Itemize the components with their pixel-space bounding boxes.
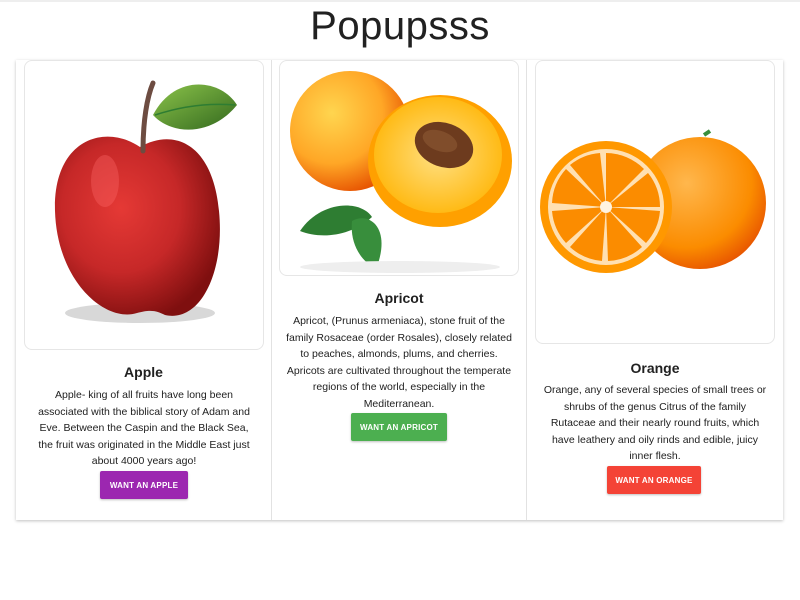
page-title: Popupsss bbox=[310, 4, 490, 48]
orange-image bbox=[535, 60, 775, 344]
card-apple: Apple Apple- king of all fruits have lon… bbox=[16, 60, 272, 520]
card-title: Apricot bbox=[374, 290, 424, 306]
want-orange-button[interactable]: WANT AN ORANGE bbox=[607, 466, 701, 494]
card-text: Apricot, (Prunus armeniaca), stone fruit… bbox=[286, 315, 512, 410]
want-apple-button[interactable]: WANT AN APPLE bbox=[100, 471, 188, 499]
apple-image bbox=[24, 60, 264, 350]
card-orange: Orange Orange, any of several species of… bbox=[527, 60, 783, 520]
card-apricot: Apricot Apricot, (Prunus armeniaca), sto… bbox=[272, 60, 527, 520]
apricot-image bbox=[279, 60, 519, 276]
card-text: Apple- king of all fruits have long been… bbox=[38, 389, 250, 467]
want-apricot-button[interactable]: WANT AN APRICOT bbox=[351, 413, 447, 441]
card-group: Apple Apple- king of all fruits have lon… bbox=[16, 60, 783, 520]
card-title: Apple bbox=[124, 364, 163, 380]
top-border bbox=[0, 0, 800, 2]
card-text: Orange, any of several species of small … bbox=[543, 384, 767, 462]
card-title: Orange bbox=[630, 360, 680, 376]
